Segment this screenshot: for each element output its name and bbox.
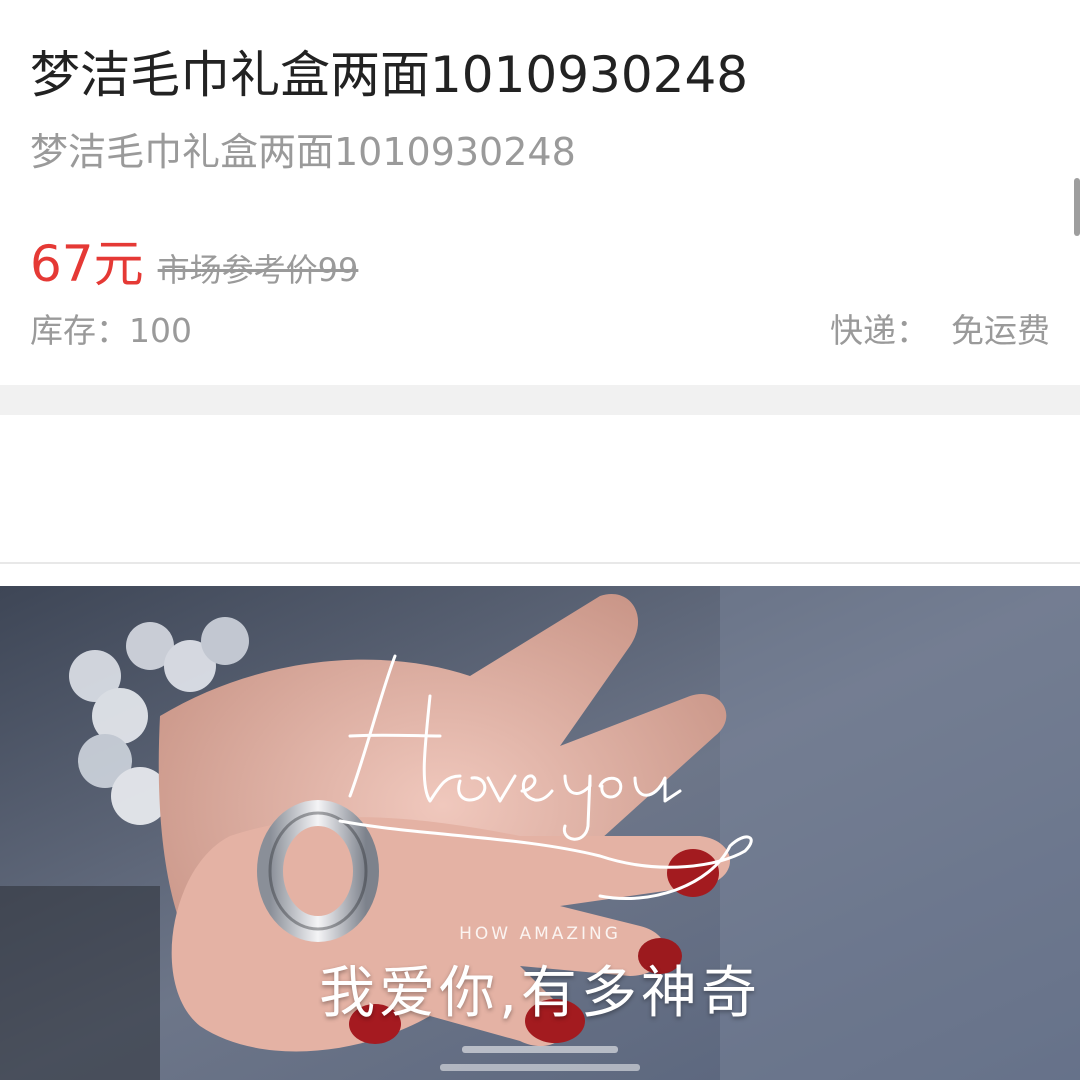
product-detail-screen: 梦洁毛巾礼盒两面1010930248 梦洁毛巾礼盒两面1010930248 67… (0, 0, 1080, 1080)
stock-label: 库存： (30, 311, 129, 350)
product-subtitle: 梦洁毛巾礼盒两面1010930248 (30, 130, 576, 174)
product-info-card: 梦洁毛巾礼盒两面1010930248 梦洁毛巾礼盒两面1010930248 67… (0, 0, 1080, 385)
stock-info: 库存：100 (30, 308, 192, 354)
shipping-label: 快递： (830, 311, 929, 350)
section-divider (0, 385, 1080, 415)
shipping-value: 免运费 (951, 311, 1050, 350)
banner-title-chinese: 我爱你,有多神奇 (319, 961, 761, 1026)
thin-divider-line (0, 562, 1080, 564)
blank-spacer (0, 415, 1080, 563)
stock-value: 100 (129, 311, 192, 350)
scrollbar-thumb[interactable] (1074, 178, 1080, 236)
shipping-info: 快递： 免运费 (830, 308, 1050, 354)
market-reference-price: 市场参考价99 (157, 251, 359, 289)
banner-title-english: HOW AMAZING (459, 924, 621, 944)
product-title: 梦洁毛巾礼盒两面1010930248 (30, 46, 749, 104)
price-row: 67元 市场参考价99 (30, 224, 358, 294)
current-price: 67元 (30, 235, 144, 293)
